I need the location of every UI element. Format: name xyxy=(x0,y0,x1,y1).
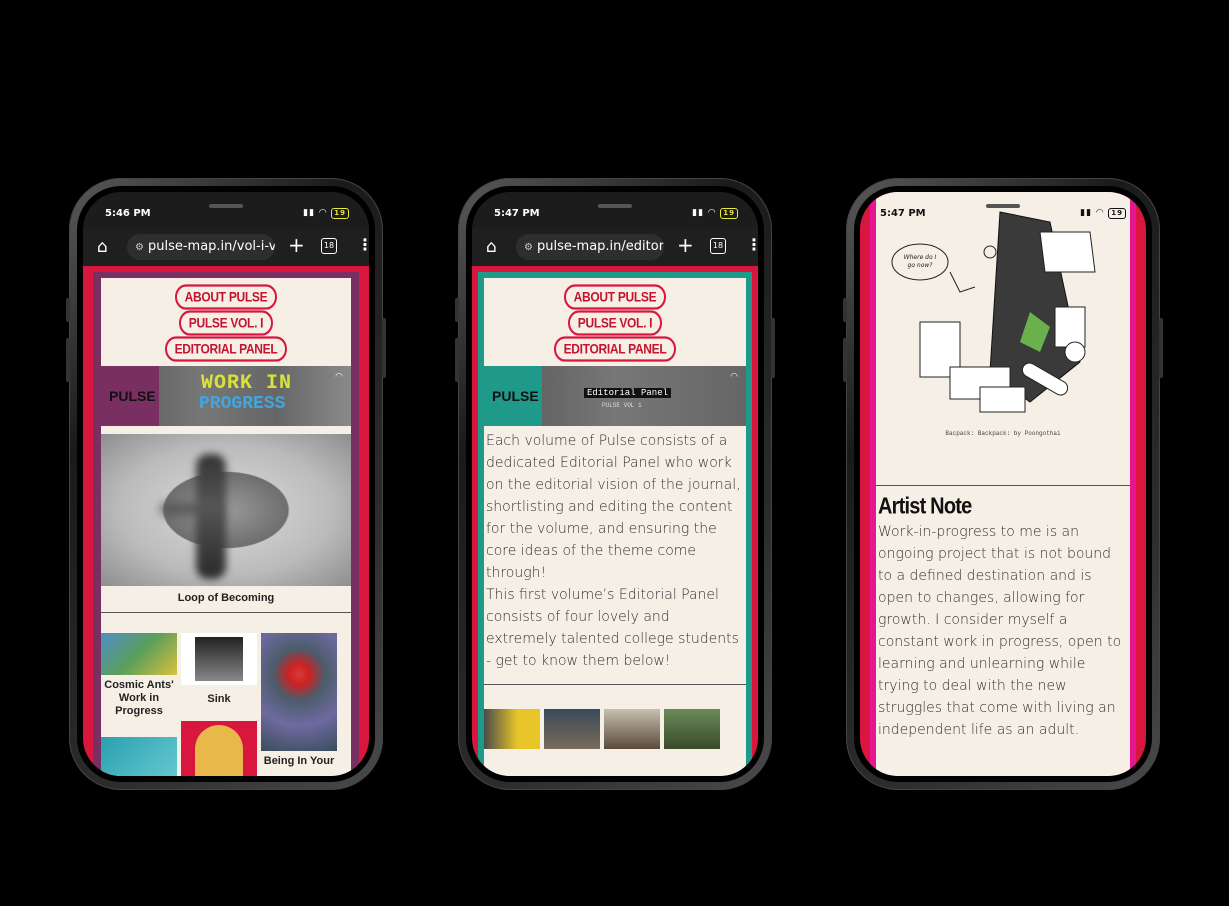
nav-about-pulse[interactable]: ABOUT PULSE xyxy=(174,284,278,310)
status-time: 5:46 PM xyxy=(105,208,151,219)
page-panel: 5:47 PM ▮▮ ◠ 19 Where do I go now? Bacpa… xyxy=(876,192,1130,776)
map-logo-icon: ◠ xyxy=(730,372,738,382)
tabs-icon[interactable]: 18 xyxy=(710,238,726,254)
pulse-logo: PULSE xyxy=(109,388,156,404)
artist-note-heading: Artist Note xyxy=(878,494,972,520)
nav-pulse-vol-1[interactable]: PULSE VOL. I xyxy=(567,310,663,336)
pulse-logo-block: PULSE xyxy=(484,366,542,426)
wifi-icon: ◠ xyxy=(319,208,328,218)
page-content: ABOUT PULSE PULSE VOL. I EDITORIAL PANEL… xyxy=(472,266,758,776)
wifi-icon: ◠ xyxy=(708,208,717,218)
member-photo[interactable] xyxy=(544,709,600,749)
artwork-thumb[interactable] xyxy=(261,633,337,751)
pulse-logo-block: PULSE xyxy=(101,366,159,426)
phone-1: 5:46 PM ▮▮ ◠ 19 ⌂ ⚙ pulse-map.in/vol-i-v … xyxy=(66,178,386,790)
artwork-thumb[interactable] xyxy=(181,721,257,776)
artist-note-paragraph: Work-in-progress to me is an ongoing pro… xyxy=(878,524,1122,738)
artwork-grid: Cosmic Ants' Work in Progress Sink Being… xyxy=(101,633,351,776)
member-photo[interactable] xyxy=(664,709,720,749)
blurred-figure xyxy=(196,454,226,579)
speaker-notch xyxy=(209,204,243,208)
speaker-notch xyxy=(598,204,632,208)
nav-editorial-panel[interactable]: EDITORIAL PANEL xyxy=(553,336,677,362)
battery-icon: 19 xyxy=(720,208,738,219)
phone-3: 5:47 PM ▮▮ ◠ 19 Where do I go now? Bacpa… xyxy=(843,178,1163,790)
banner-title-bottom: PROGRESS xyxy=(199,394,286,414)
status-time: 5:47 PM xyxy=(494,208,540,219)
browser-toolbar: ⌂ ⚙ pulse-map.in/vol-i-v + 18 ⋮ xyxy=(83,228,369,266)
map-logo-icon: ◠ xyxy=(335,372,343,382)
panel-members-grid xyxy=(484,709,746,749)
sketch-caption: Bacpack: Backpack: by Poongothai xyxy=(945,430,1061,437)
intro-paragraph: Each volume of Pulse consists of a dedic… xyxy=(486,433,741,581)
status-bar: 5:47 PM ▮▮ ◠ 19 xyxy=(472,192,758,228)
face-illustration xyxy=(195,725,243,776)
nav-menu: ABOUT PULSE PULSE VOL. I EDITORIAL PANEL xyxy=(101,278,351,364)
tune-icon[interactable]: ⚙ xyxy=(524,242,533,253)
nav-about-pulse[interactable]: ABOUT PULSE xyxy=(563,284,667,310)
page-panel: ABOUT PULSE PULSE VOL. I EDITORIAL PANEL… xyxy=(484,278,746,776)
member-photo[interactable] xyxy=(484,709,540,749)
magenta-frame: 5:47 PM ▮▮ ◠ 19 Where do I go now? Bacpa… xyxy=(870,192,1136,776)
featured-caption[interactable]: Loop of Becoming xyxy=(101,592,351,604)
plus-icon[interactable]: + xyxy=(677,233,694,257)
home-icon[interactable]: ⌂ xyxy=(97,237,108,257)
signal-icon: ▮▮ xyxy=(692,208,705,218)
banner-editorial-panel: PULSE Editorial Panel PULSE VOL 1 ◠ xyxy=(484,366,746,426)
status-bar: 5:46 PM ▮▮ ◠ 19 xyxy=(83,192,369,228)
tune-icon[interactable]: ⚙ xyxy=(135,242,144,253)
address-bar[interactable]: ⚙ pulse-map.in/editor xyxy=(516,234,664,260)
banner-subtitle: PULSE VOL 1 xyxy=(602,402,642,409)
tabs-icon[interactable]: 18 xyxy=(321,238,337,254)
banner-title: Editorial Panel xyxy=(584,388,672,398)
signal-icon: ▮▮ xyxy=(303,208,316,218)
portrait-photo xyxy=(195,637,243,681)
url-text: pulse-map.in/editor xyxy=(536,239,664,254)
artwork-caption[interactable]: Cosmic Ants' Work in Progress xyxy=(101,679,177,718)
section-divider xyxy=(484,684,746,685)
url-text: pulse-map.in/vol-i-v xyxy=(147,239,275,254)
section-divider xyxy=(101,612,351,613)
teal-frame: ABOUT PULSE PULSE VOL. I EDITORIAL PANEL… xyxy=(478,272,752,776)
page-content: 5:47 PM ▮▮ ◠ 19 Where do I go now? Bacpa… xyxy=(860,192,1146,776)
backpack-sketch[interactable]: Where do I go now? xyxy=(880,192,1126,428)
pulse-logo: PULSE xyxy=(492,388,539,404)
artwork-caption[interactable]: Sink xyxy=(181,693,257,705)
member-photo[interactable] xyxy=(604,709,660,749)
nav-editorial-panel[interactable]: EDITORIAL PANEL xyxy=(164,336,288,362)
battery-icon: 19 xyxy=(331,208,349,219)
home-icon[interactable]: ⌂ xyxy=(486,237,497,257)
sketch-speech-bubble: Where do I go now? xyxy=(903,254,937,269)
section-divider xyxy=(876,485,1130,486)
page-content: ABOUT PULSE PULSE VOL. I EDITORIAL PANEL… xyxy=(83,266,369,776)
menu-dots-icon[interactable]: ⋮ xyxy=(746,235,758,254)
artwork-caption[interactable]: Being In Your xyxy=(261,755,337,767)
backpack-illustration xyxy=(891,211,1096,413)
phone-2: 5:47 PM ▮▮ ◠ 19 ⌂ ⚙ pulse-map.in/editor +… xyxy=(455,178,775,790)
plus-icon[interactable]: + xyxy=(288,233,305,257)
status-icons: ▮▮ ◠ 19 xyxy=(303,208,349,219)
artwork-thumb[interactable] xyxy=(101,737,177,776)
nav-pulse-vol-1[interactable]: PULSE VOL. I xyxy=(178,310,274,336)
nav-menu: ABOUT PULSE PULSE VOL. I EDITORIAL PANEL xyxy=(484,278,746,364)
panel-paragraph: This first volume’s Editorial Panel cons… xyxy=(486,587,739,669)
status-icons: ▮▮ ◠ 19 xyxy=(692,208,738,219)
banner-title-top: WORK IN xyxy=(201,372,293,395)
artwork-thumb[interactable] xyxy=(181,633,257,685)
address-bar[interactable]: ⚙ pulse-map.in/vol-i-v xyxy=(127,234,275,260)
banner-work-in-progress: PULSE WORK IN PROGRESS ◠ xyxy=(101,366,351,426)
page-panel: ABOUT PULSE PULSE VOL. I EDITORIAL PANEL… xyxy=(101,278,351,776)
browser-toolbar: ⌂ ⚙ pulse-map.in/editor + 18 ⋮ xyxy=(472,228,758,266)
featured-image[interactable] xyxy=(101,434,351,586)
blurred-arm xyxy=(161,504,221,514)
artwork-thumb[interactable] xyxy=(101,633,177,675)
menu-dots-icon[interactable]: ⋮ xyxy=(357,235,369,254)
plum-frame: ABOUT PULSE PULSE VOL. I EDITORIAL PANEL… xyxy=(93,272,359,776)
